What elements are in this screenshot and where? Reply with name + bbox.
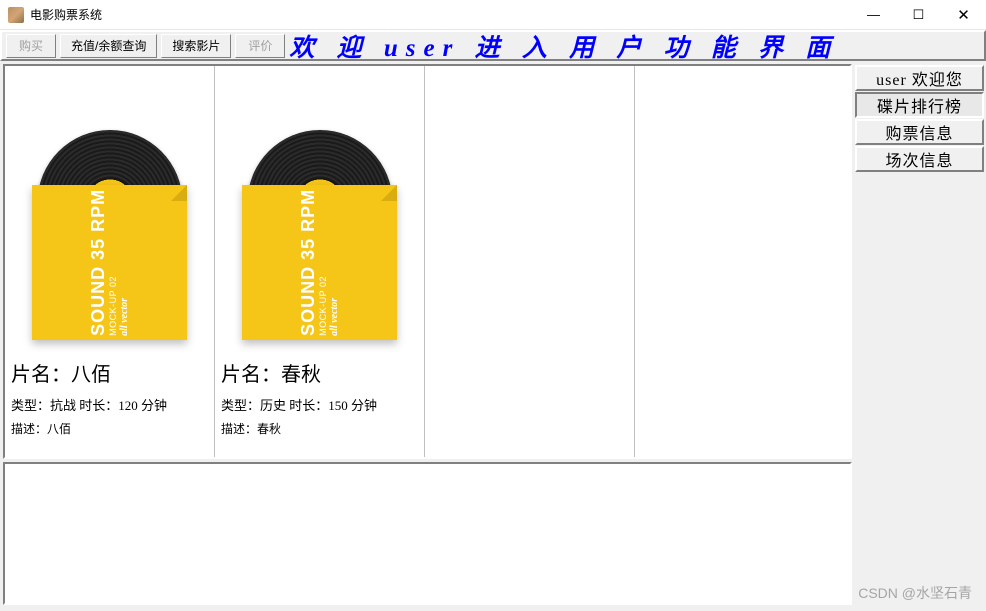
titlebar: 电影购票系统 — ☐ ✕: [0, 0, 986, 30]
main-area: SOUND 35 RPM MOCK-UP 02 all vector 片名：八佰…: [0, 61, 855, 608]
sidebar-ranking[interactable]: 碟片排行榜: [855, 92, 984, 118]
album-sleeve: SOUND 35 RPM MOCK-UP 02 all vector: [242, 185, 397, 340]
movie-card[interactable]: SOUND 35 RPM MOCK-UP 02 all vector 片名：春秋…: [215, 66, 425, 457]
movie-card-empty: [425, 66, 635, 457]
content-area: SOUND 35 RPM MOCK-UP 02 all vector 片名：八佰…: [0, 61, 986, 608]
top-toolbar: 购买 充值/余额查询 搜索影片 评价 欢 迎 user 进 入 用 户 功 能 …: [0, 30, 986, 61]
window-title: 电影购票系统: [30, 6, 102, 23]
movie-title: 片名：八佰: [11, 358, 208, 387]
review-button[interactable]: 评价: [235, 34, 285, 58]
buy-button[interactable]: 购买: [6, 34, 56, 58]
movie-desc: 描述：春秋: [221, 420, 418, 437]
album-sleeve: SOUND 35 RPM MOCK-UP 02 all vector: [32, 185, 187, 340]
cover-line3: all vector: [119, 189, 130, 336]
cover-line1: SOUND 35 RPM: [89, 189, 109, 336]
movie-title: 片名：春秋: [221, 358, 418, 387]
movie-list-panel: SOUND 35 RPM MOCK-UP 02 all vector 片名：八佰…: [3, 64, 852, 459]
movie-cover: SOUND 35 RPM MOCK-UP 02 all vector: [221, 70, 418, 340]
movie-card[interactable]: SOUND 35 RPM MOCK-UP 02 all vector 片名：八佰…: [5, 66, 215, 457]
movie-desc: 描述：八佰: [11, 420, 208, 437]
movie-meta: 类型：抗战 时长：120 分钟: [11, 395, 208, 414]
maximize-button[interactable]: ☐: [896, 0, 941, 30]
movie-cover: SOUND 35 RPM MOCK-UP 02 all vector: [11, 70, 208, 340]
sidebar-welcome[interactable]: user 欢迎您: [855, 65, 984, 91]
recharge-button[interactable]: 充值/余额查询: [60, 34, 157, 58]
app-icon: [8, 7, 24, 23]
close-button[interactable]: ✕: [941, 0, 986, 30]
cover-line2: MOCK-UP 02: [319, 189, 329, 336]
minimize-button[interactable]: —: [851, 0, 896, 30]
bottom-panel: [3, 462, 852, 605]
cover-line2: MOCK-UP 02: [109, 189, 119, 336]
sidebar-session-info[interactable]: 场次信息: [855, 146, 984, 172]
cover-line1: SOUND 35 RPM: [299, 189, 319, 336]
cover-line3: all vector: [329, 189, 340, 336]
sidebar-ticket-info[interactable]: 购票信息: [855, 119, 984, 145]
window-controls: — ☐ ✕: [851, 0, 986, 30]
search-button[interactable]: 搜索影片: [161, 34, 231, 58]
toolbar-buttons: 购买 充值/余额查询 搜索影片 评价: [2, 32, 287, 59]
movie-card-empty: [635, 66, 845, 457]
sidebar: user 欢迎您 碟片排行榜 购票信息 场次信息: [855, 61, 986, 608]
welcome-banner: 欢 迎 user 进 入 用 户 功 能 界 面: [287, 32, 984, 59]
movie-meta: 类型：历史 时长：150 分钟: [221, 395, 418, 414]
